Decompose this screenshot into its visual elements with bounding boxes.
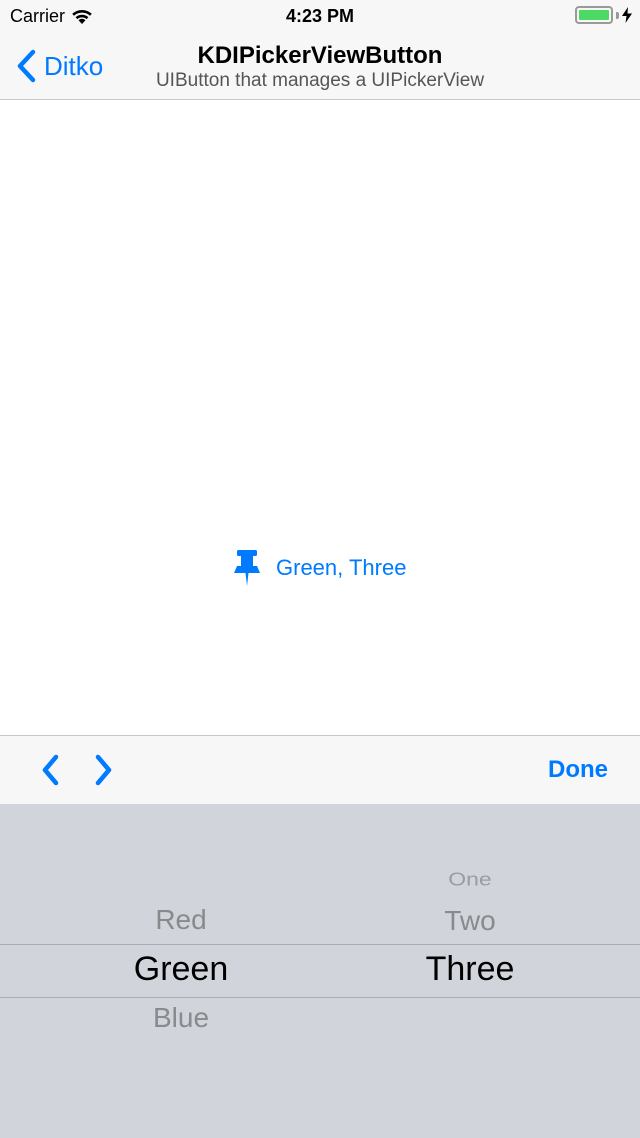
picker-toolbar: Done	[0, 735, 640, 804]
battery-indicator	[575, 6, 632, 24]
page-subtitle: UIButton that manages a UIPickerView	[155, 70, 485, 91]
pin-icon	[230, 548, 266, 588]
chevron-right-icon	[95, 754, 112, 786]
battery-icon	[575, 6, 613, 24]
picker-view-button[interactable]: Green, Three	[230, 548, 406, 588]
picker-row[interactable]: One	[300, 868, 640, 890]
screen: Carrier 4:23 PM Ditko KDIPickerViewButto…	[0, 0, 640, 1138]
previous-button[interactable]	[36, 752, 66, 788]
picker-column-number[interactable]: One Two Three	[300, 804, 640, 1138]
chevron-left-icon	[42, 754, 59, 786]
battery-fill	[579, 10, 609, 20]
navigation-bar: Ditko KDIPickerViewButton UIButton that …	[0, 40, 640, 100]
battery-tip	[616, 11, 619, 19]
page-title: KDIPickerViewButton	[197, 42, 443, 69]
picker-button-label: Green, Three	[276, 555, 407, 580]
status-time: 4:23 PM	[285, 6, 355, 26]
picker-row[interactable]: Two	[300, 905, 640, 937]
charging-bolt-icon	[622, 7, 632, 23]
done-button[interactable]: Done	[548, 756, 608, 784]
picker-view[interactable]: Red Green Blue One Two Three	[0, 804, 640, 1138]
status-bar: Carrier 4:23 PM	[0, 0, 640, 40]
content-area: Green, Three	[0, 100, 640, 735]
next-button[interactable]	[88, 752, 118, 788]
picker-row-selected[interactable]: Three	[300, 950, 640, 989]
